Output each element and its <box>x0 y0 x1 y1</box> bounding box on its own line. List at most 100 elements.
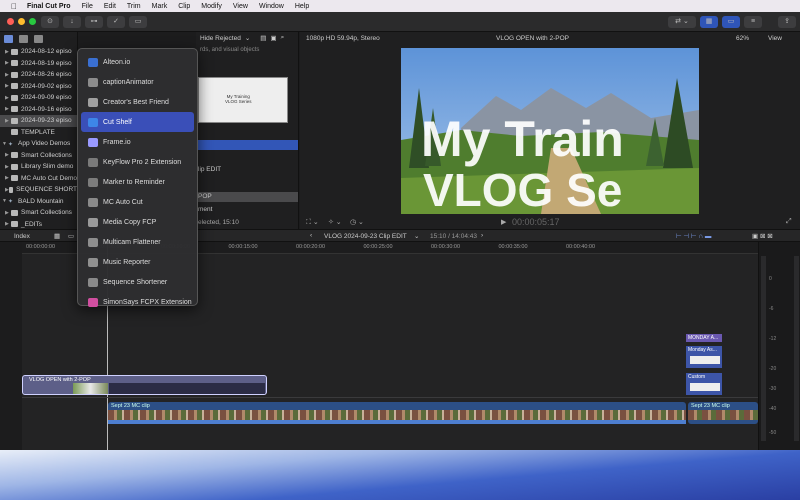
menu-clip[interactable]: Clip <box>178 3 190 10</box>
menu-edit[interactable]: Edit <box>104 3 116 10</box>
event-icon <box>11 106 18 113</box>
inspector-icon[interactable]: ≡ <box>744 16 762 28</box>
library-item[interactable]: ▶ SEQUENCE SHORT <box>0 184 77 196</box>
menu-window[interactable]: Window <box>259 3 284 10</box>
zoom-window-button[interactable] <box>29 18 36 25</box>
title-clip[interactable]: VLOG OPEN with 2-POP <box>22 375 267 395</box>
library-item[interactable]: ▶ Smart Collections <box>0 150 77 162</box>
clip-appearance-icon[interactable]: ▦ <box>54 232 60 240</box>
snap-icon[interactable]: ▭ <box>68 232 74 240</box>
record-icon[interactable]: ⊙ <box>41 16 59 28</box>
close-window-button[interactable] <box>7 18 14 25</box>
appearance-icon[interactable]: ▣ <box>270 34 276 42</box>
forward-icon[interactable]: › <box>481 232 483 239</box>
photos-tab-icon[interactable] <box>19 35 28 43</box>
enhance-icon[interactable]: ✧ ⌄ <box>328 218 342 226</box>
menu-help[interactable]: Help <box>295 3 309 10</box>
extension-icon <box>88 197 98 207</box>
connected-title-monday[interactable]: MONDAY A... <box>686 334 722 342</box>
import-icon[interactable]: ↓ <box>63 16 81 28</box>
share-icon[interactable]: ⇪ <box>778 16 796 28</box>
library-item[interactable]: ▶ 2024-09-23 episo <box>0 115 77 127</box>
library-item[interactable]: ▼ ✦ BALD Mountain <box>0 196 77 208</box>
library-item[interactable]: ▶ 2024-08-26 episo <box>0 69 77 81</box>
clip-view-icon[interactable]: ▤ <box>260 34 266 42</box>
timeline-duration: 15:10 / 14:04:43 <box>430 233 477 240</box>
library-item[interactable]: ▶ Smart Collections <box>0 207 77 219</box>
search-icon[interactable]: ⌕ <box>281 34 285 42</box>
connect-icon[interactable]: ⇄ ⌄ <box>668 16 696 28</box>
zoom-dropdown[interactable]: 62% <box>736 35 749 42</box>
browser-item-ment[interactable]: ment <box>198 206 212 213</box>
view-dropdown[interactable]: View <box>768 35 782 42</box>
index-button[interactable]: Index <box>14 233 30 240</box>
app-menu[interactable]: Final Cut Pro <box>27 3 71 10</box>
layout-browser-icon[interactable]: ▦ <box>700 16 718 28</box>
library-item[interactable]: ▼ ✦ App Video Demos <box>0 138 77 150</box>
library-item[interactable]: ▶ 2024-08-19 episo <box>0 58 77 70</box>
menu-item-multicam-flattener[interactable]: Multicam Flattener <box>81 232 194 252</box>
mc-clip[interactable]: Sept 23 MC clip <box>108 402 686 424</box>
menu-mark[interactable]: Mark <box>152 3 168 10</box>
libraries-tab-icon[interactable] <box>4 35 13 43</box>
library-item[interactable]: TEMPLATE <box>0 127 77 139</box>
menu-item-marker-to-reminder[interactable]: Marker to Reminder <box>81 172 194 192</box>
browser-item-pop[interactable]: POP <box>196 192 298 202</box>
timeline-zoom-icon[interactable]: ▣ ⊠ ⊠ <box>752 232 773 240</box>
speed-icon[interactable]: ◷ ⌄ <box>350 218 364 226</box>
library-item-label: SEQUENCE SHORT <box>16 186 77 194</box>
menu-item-cut-shelf[interactable]: Cut Shelf <box>81 112 194 132</box>
viewer-title: VLOG OPEN with 2-POP <box>496 34 569 42</box>
video-frame[interactable]: My Train VLOG Se <box>401 48 699 214</box>
keyword-icon[interactable]: ⊶ <box>85 16 103 28</box>
search-input[interactable]: rds, and visual objects <box>198 44 296 56</box>
browser-item-clip-edit[interactable]: lip EDIT <box>198 166 221 173</box>
extensions-icon[interactable]: ▭ <box>129 16 147 28</box>
menu-item-label: Creator's Best Friend <box>103 98 169 106</box>
event-icon <box>11 209 18 216</box>
library-item-label: 2024-09-02 episo <box>21 82 72 90</box>
apple-icon[interactable]:  <box>11 2 23 11</box>
library-item-label: _EDITs <box>21 220 42 228</box>
library-item[interactable]: ▶ 2024-09-02 episo <box>0 81 77 93</box>
library-item[interactable]: ▶ 2024-09-09 episo <box>0 92 77 104</box>
menu-item-mc-auto-cut[interactable]: MC Auto Cut <box>81 192 194 212</box>
menu-item-simonsays-fcpx-extension[interactable]: SimonSays FCPX Extension <box>81 292 194 312</box>
titles-tab-icon[interactable] <box>34 35 43 43</box>
menu-item-media-copy-fcp[interactable]: Media Copy FCP <box>81 212 194 232</box>
menu-item-alteon-io[interactable]: Alteon.io <box>81 52 194 72</box>
clip-filmstrip-dark <box>109 383 265 394</box>
extension-icon <box>88 57 98 67</box>
menu-view[interactable]: View <box>233 3 248 10</box>
selected-clip-bar[interactable] <box>196 140 298 150</box>
chevron-down-icon[interactable]: ⌄ <box>414 232 419 240</box>
library-item[interactable]: ▶ MC Auto Cut Demo <box>0 173 77 185</box>
clip-thumbnail[interactable]: My Training VLOG Series <box>198 77 288 123</box>
menu-modify[interactable]: Modify <box>201 3 222 10</box>
menu-item-frame-io[interactable]: Frame.io <box>81 132 194 152</box>
library-item[interactable]: ▶ Library Slim demo <box>0 161 77 173</box>
layout-timeline-icon[interactable]: ▭ <box>722 16 740 28</box>
library-item-label: BALD Mountain <box>18 197 64 205</box>
check-icon[interactable]: ✓ <box>107 16 125 28</box>
library-item[interactable]: ▶ 2024-09-16 episo <box>0 104 77 116</box>
filter-dropdown[interactable]: Hide Rejected <box>200 35 241 42</box>
mc-clip-2[interactable]: Sept 23 MC clip <box>688 402 758 424</box>
menu-item-sequence-shortener[interactable]: Sequence Shortener <box>81 272 194 292</box>
mc-clip-filmstrip <box>108 410 686 420</box>
fullscreen-icon[interactable]: ⤢ <box>786 218 792 226</box>
menu-item-creator-s-best-friend[interactable]: Creator's Best Friend <box>81 92 194 112</box>
menu-item-label: KeyFlow Pro 2 Extension <box>103 158 182 166</box>
skimming-icon[interactable]: ⊢ ⊣ ⊢ ∩ ▬ <box>676 232 711 240</box>
back-icon[interactable]: ‹ <box>310 232 312 239</box>
minimize-window-button[interactable] <box>18 18 25 25</box>
play-button[interactable]: ▶ <box>501 218 506 226</box>
menu-file[interactable]: File <box>82 3 93 10</box>
menu-item-keyflow-pro-2-extension[interactable]: KeyFlow Pro 2 Extension <box>81 152 194 172</box>
menu-trim[interactable]: Trim <box>127 3 141 10</box>
transform-icon[interactable]: ⛶ ⌄ <box>306 218 319 227</box>
menu-item-captionanimator[interactable]: captionAnimator <box>81 72 194 92</box>
menu-item-music-reporter[interactable]: Music Reporter <box>81 252 194 272</box>
overlay-line1: My Train <box>421 111 624 167</box>
library-item[interactable]: ▶ 2024-08-12 episo <box>0 46 77 58</box>
